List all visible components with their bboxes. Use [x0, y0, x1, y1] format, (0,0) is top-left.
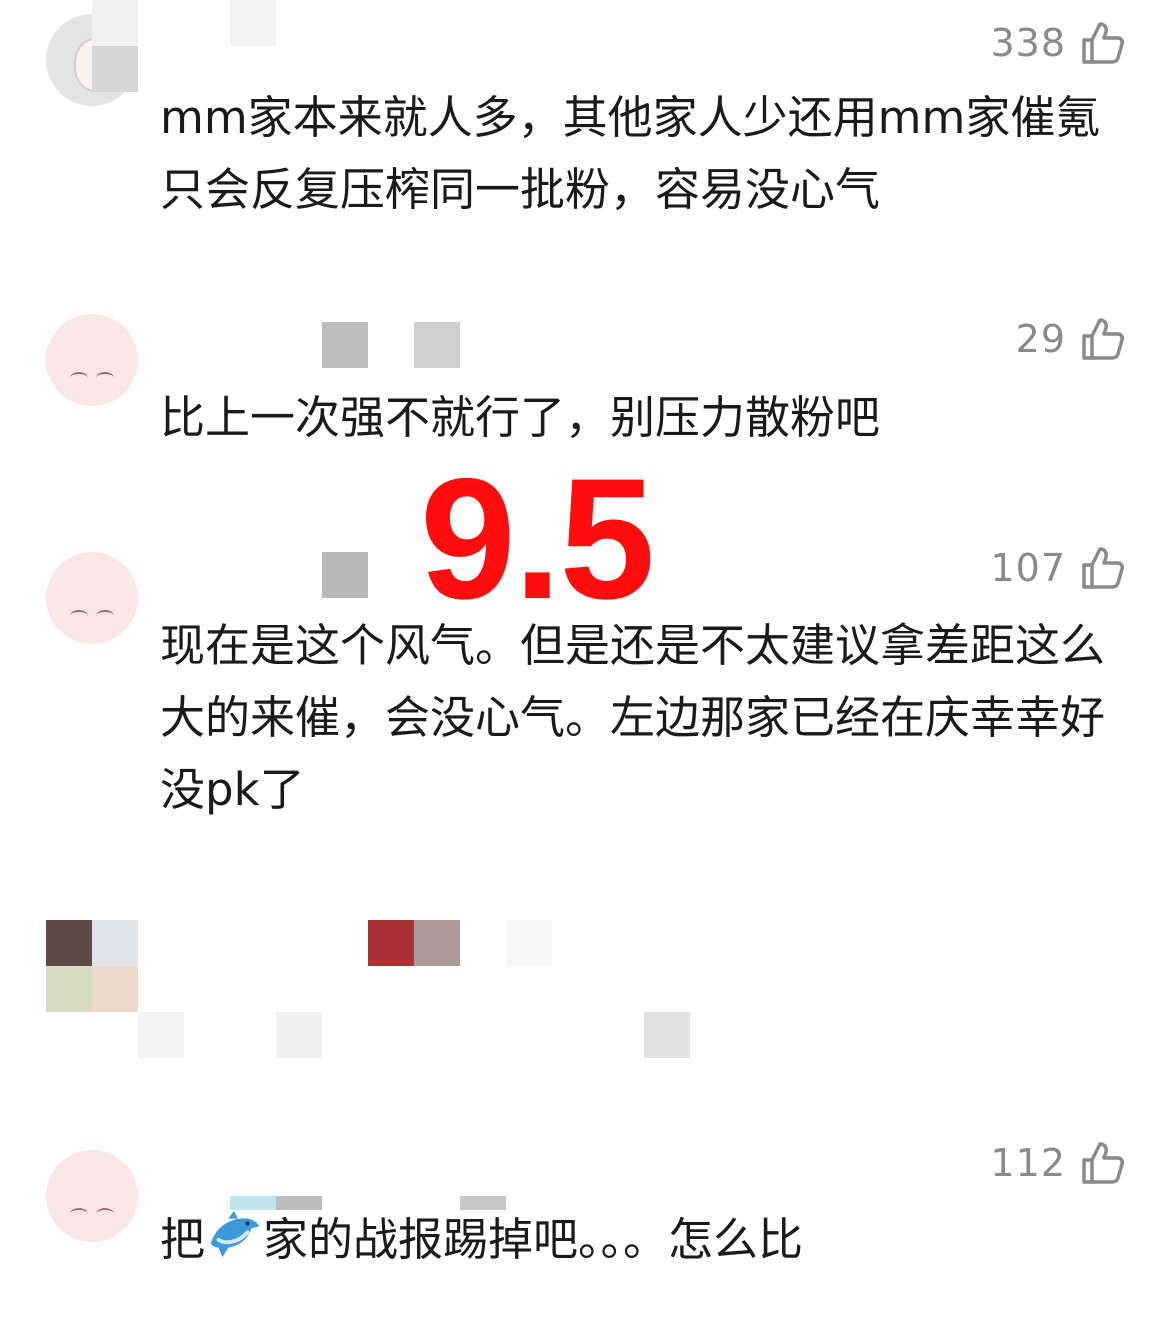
thumbs-up-icon: [1082, 318, 1124, 360]
dolphin-emoji-icon: [210, 1210, 260, 1258]
comment-text: 把 家的战报踢掉吧。。。怎么比: [160, 1204, 1135, 1276]
avatar[interactable]: [46, 1150, 138, 1242]
like-button[interactable]: 107: [990, 545, 1126, 591]
like-button[interactable]: 112: [990, 1140, 1126, 1186]
thumbs-up-icon: [1082, 1142, 1124, 1184]
username-redacted: [506, 920, 552, 966]
username-redacted: [92, 46, 138, 92]
comment-text-before: 把: [160, 1213, 206, 1266]
text-redacted: [644, 1012, 690, 1058]
comment-text: mm家本来就人多，其他家人少还用mm家催氪只会反复压榨同一批粉，容易没心气: [160, 91, 1101, 216]
comment-text-after: 家的战报踢掉吧。。。怎么比: [263, 1213, 804, 1266]
thumbs-up-icon: [1082, 22, 1124, 64]
text-redacted: [276, 1012, 322, 1058]
avatar[interactable]: [46, 552, 138, 644]
thumbs-up-icon: [1082, 547, 1124, 589]
like-button[interactable]: 338: [990, 20, 1126, 66]
username-redacted: [322, 552, 368, 598]
like-count: 338: [990, 21, 1066, 65]
like-count: 112: [990, 1141, 1066, 1185]
comment-text: 现在是这个风气。但是还是不太建议拿差距这么大的来催，会没心气。左边那家已经在庆幸…: [160, 619, 1106, 816]
like-count: 107: [990, 546, 1066, 590]
score-overlay: 9.5: [420, 443, 655, 635]
text-redacted: [138, 1012, 184, 1058]
avatar[interactable]: [46, 314, 138, 406]
avatar[interactable]: [46, 920, 138, 1012]
like-count: 29: [1015, 317, 1066, 361]
username-redacted: [414, 322, 460, 368]
username-redacted: [322, 322, 368, 368]
username-redacted: [230, 0, 276, 46]
username-redacted: [92, 0, 138, 46]
like-button[interactable]: 29: [1016, 316, 1126, 362]
username-redacted: [414, 920, 460, 966]
username-redacted: [368, 920, 414, 966]
